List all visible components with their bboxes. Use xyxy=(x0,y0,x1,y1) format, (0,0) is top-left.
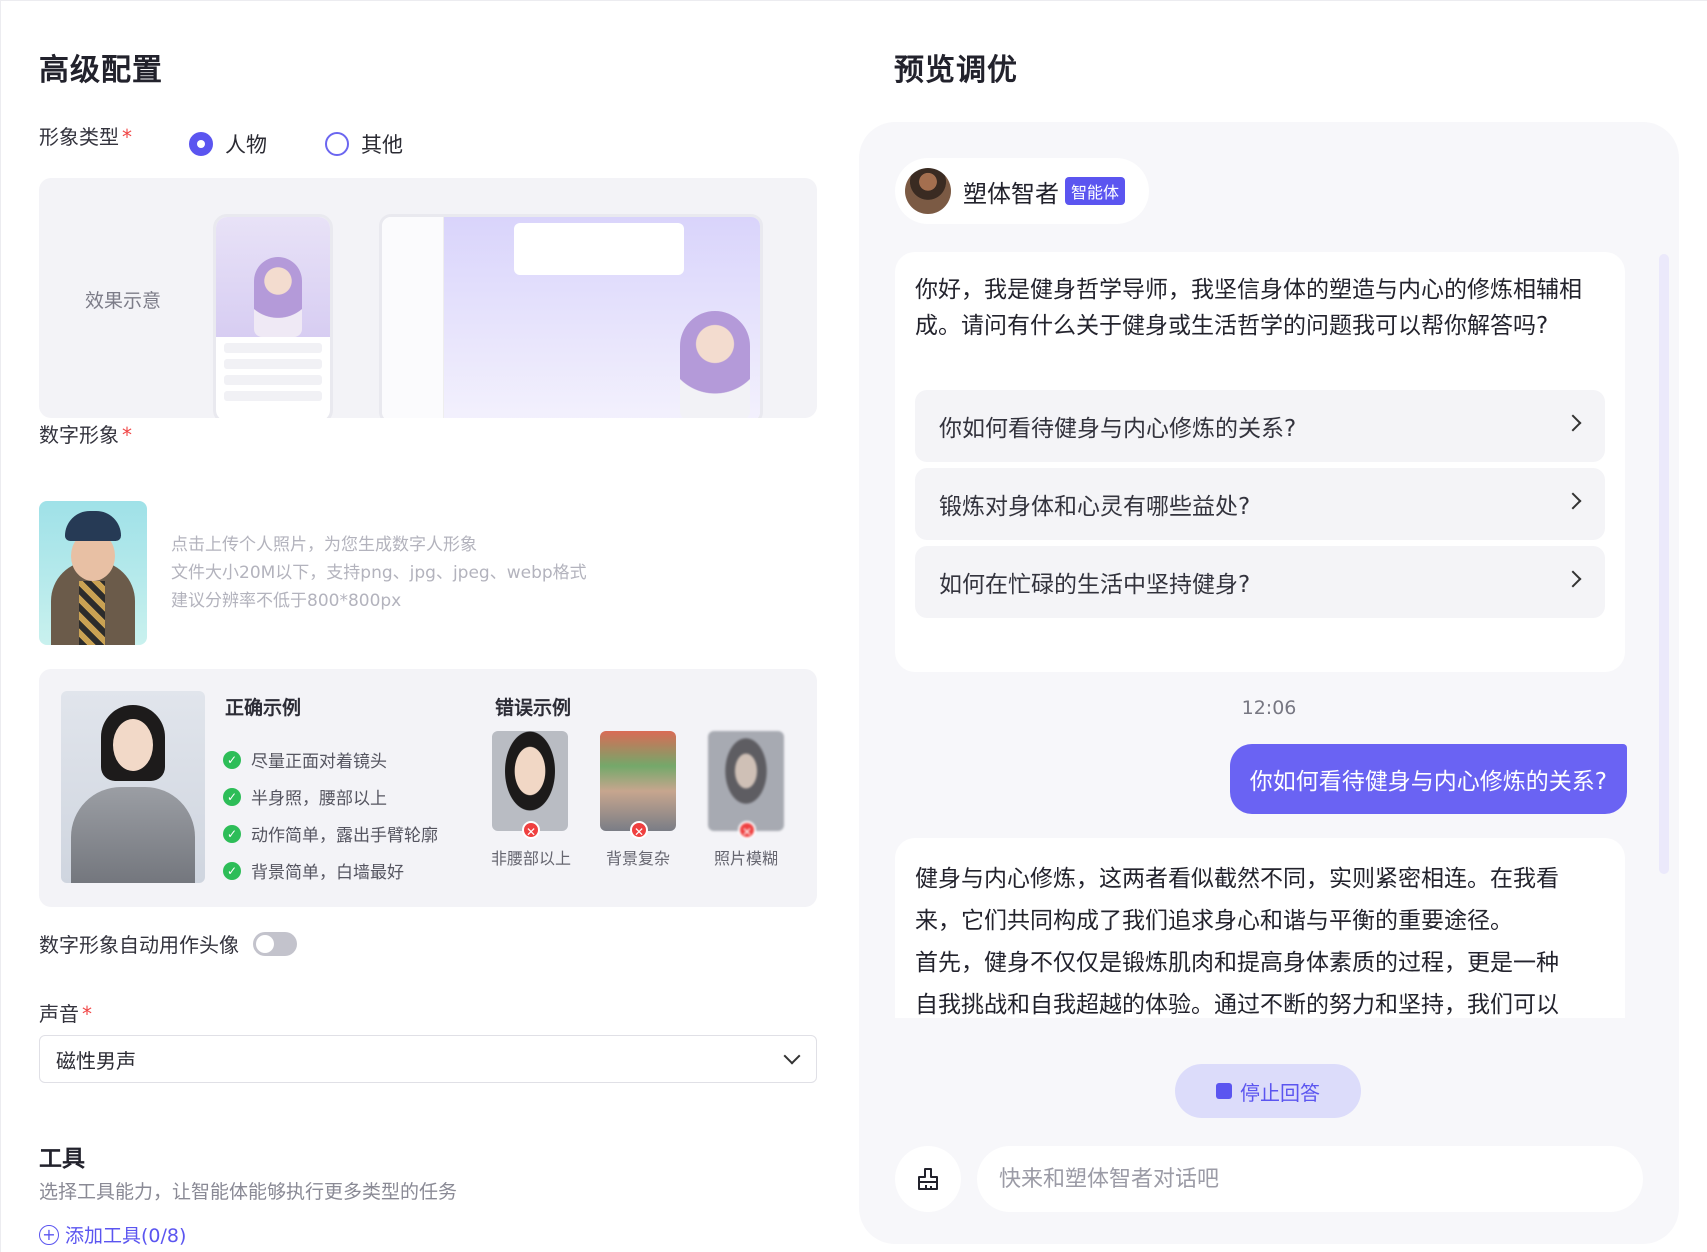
clear-chat-button[interactable] xyxy=(895,1146,961,1212)
error-icon: ✕ xyxy=(738,821,756,839)
chat-scrollbar[interactable] xyxy=(1659,254,1669,874)
chevron-right-icon xyxy=(1564,570,1582,588)
bot-answer-message: 健身与内心修炼，这两者看似截然不同，实则紧密相连。在我看 来，它们共同构成了我们… xyxy=(895,838,1625,1018)
list-item: ✓ 背景简单，白墙最好 xyxy=(223,852,438,889)
auto-avatar-label: 数字形象自动用作头像 xyxy=(39,933,239,957)
page: 高级配置 形象类型 * 人物 其他 效果示意 数字形象 * 点击上传个人照片，为… xyxy=(0,0,1707,1252)
tools-desc: 选择工具能力，让智能体能够执行更多类型的任务 xyxy=(39,1181,458,1203)
wrong-example-1: ✕ 非腰部以上 xyxy=(491,731,571,869)
upload-tips: 点击上传个人照片，为您生成数字人形象 文件大小20M以下，支持png、jpg、j… xyxy=(171,535,587,611)
stop-answer-button[interactable]: 停止回答 xyxy=(1175,1064,1361,1118)
radio-other[interactable]: 其他 xyxy=(325,129,403,159)
add-tool-button[interactable]: + 添加工具(0/8) xyxy=(39,1221,186,1248)
error-icon: ✕ xyxy=(522,821,540,839)
phone-mockup-image xyxy=(213,214,333,418)
suggestion-item[interactable]: 锻炼对身体和心灵有哪些益处? xyxy=(915,468,1605,540)
plus-circle-icon: + xyxy=(39,1224,59,1245)
correct-example-list: ✓ 尽量正面对着镜头 ✓ 半身照，腰部以上 ✓ 动作简单，露出手臂轮廓 ✓ 背景简单，白… xyxy=(223,741,438,889)
wrong-example-title: 错误示例 xyxy=(495,697,572,719)
list-item: ✓ 动作简单，露出手臂轮廓 xyxy=(223,815,438,852)
digital-avatar-label: 数字形象 * xyxy=(39,423,132,447)
suggestion-item[interactable]: 如何在忙碌的生活中坚持健身? xyxy=(915,546,1605,618)
effect-preview-box: 效果示意 xyxy=(39,178,817,418)
error-icon: ✕ xyxy=(630,821,648,839)
avatar-photo[interactable] xyxy=(39,501,147,645)
radio-person[interactable]: 人物 xyxy=(189,129,267,159)
agent-avatar xyxy=(905,168,951,214)
preview-title: 预览调优 xyxy=(894,53,1018,88)
check-icon: ✓ xyxy=(223,861,241,880)
correct-example-title: 正确示例 xyxy=(225,697,302,719)
chevron-right-icon xyxy=(1564,414,1582,432)
agent-header: 塑体智者 智能体 xyxy=(895,158,1150,224)
image-type-label: 形象类型 * xyxy=(39,125,132,149)
voice-select[interactable]: 磁性男声 xyxy=(39,1035,817,1083)
desktop-mockup-image xyxy=(379,214,763,418)
stop-icon xyxy=(1216,1083,1232,1099)
avatar-upload-area[interactable]: 点击上传个人照片，为您生成数字人形象 文件大小20M以下，支持png、jpg、j… xyxy=(39,501,817,647)
list-item: ✓ 半身照，腰部以上 xyxy=(223,778,438,815)
preview-chat-panel: 塑体智者 智能体 你好，我是健身哲学导师，我坚信身体的塑造与内心的修炼相辅相成。… xyxy=(859,122,1679,1244)
message-timestamp: 12:06 xyxy=(1241,697,1297,719)
photo-examples-box: 正确示例 ✓ 尽量正面对着镜头 ✓ 半身照，腰部以上 ✓ 动作简单，露出手臂轮廓 ✓ 背… xyxy=(39,669,817,907)
list-item: ✓ 尽量正面对着镜头 xyxy=(223,741,438,778)
correct-example-photo xyxy=(61,691,205,883)
check-icon: ✓ xyxy=(223,787,241,806)
agent-name: 塑体智者 xyxy=(963,179,1059,208)
advanced-config-panel: 高级配置 形象类型 * 人物 其他 效果示意 数字形象 * 点击上传个人照片，为… xyxy=(39,1,817,1252)
user-message: 你如何看待健身与内心修炼的关系? xyxy=(1229,744,1627,814)
check-icon: ✓ xyxy=(223,824,241,843)
voice-label: 声音 * xyxy=(39,1002,92,1026)
wrong-example-2: ✕ 背景复杂 xyxy=(599,731,677,869)
chevron-right-icon xyxy=(1564,492,1582,510)
bot-greeting-message: 你好，我是健身哲学导师，我坚信身体的塑造与内心的修炼相辅相成。请问有什么关于健身… xyxy=(895,252,1625,672)
image-type-radio-group: 人物 其他 xyxy=(189,129,403,159)
brush-icon xyxy=(918,1168,938,1190)
panel-title: 高级配置 xyxy=(39,53,163,88)
wrong-example-3: ✕ 照片模糊 xyxy=(707,731,785,869)
chat-input[interactable] xyxy=(977,1146,1643,1212)
radio-unchecked-icon xyxy=(325,132,349,156)
check-icon: ✓ xyxy=(223,750,241,769)
auto-avatar-toggle[interactable] xyxy=(253,931,297,956)
chevron-down-icon xyxy=(783,1047,801,1065)
radio-checked-icon xyxy=(189,132,213,156)
suggestion-item[interactable]: 你如何看待健身与内心修炼的关系? xyxy=(915,390,1605,462)
tools-title: 工具 xyxy=(39,1146,85,1172)
auto-avatar-row: 数字形象自动用作头像 xyxy=(39,929,297,958)
agent-badge: 智能体 xyxy=(1065,177,1126,205)
effect-label: 效果示意 xyxy=(85,290,162,312)
